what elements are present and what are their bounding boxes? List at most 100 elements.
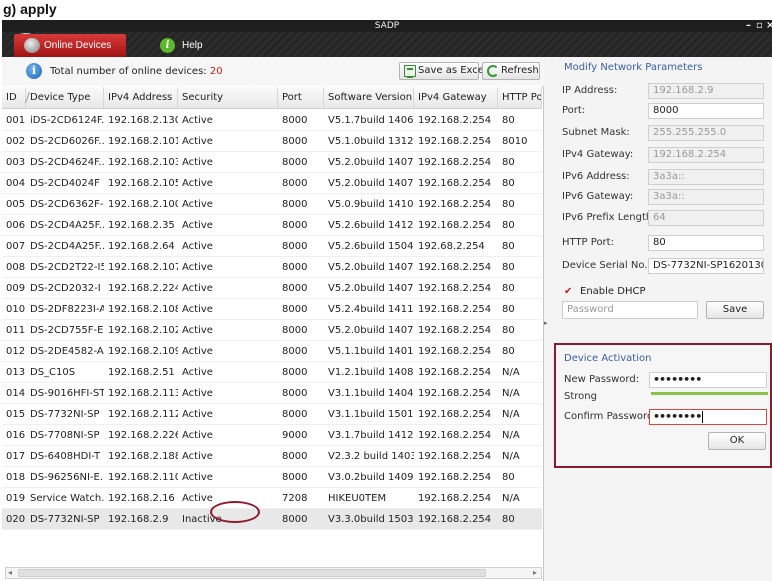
- cell-id: 011: [6, 325, 26, 336]
- table-row[interactable]: 005 DS-2CD6362F-IS 192.168.2.100 Active 8000…: [2, 194, 542, 215]
- cell-software-version: V5.1.7build 140626: [328, 115, 414, 126]
- tab-help[interactable]: i Help: [152, 34, 232, 57]
- inactive-highlight-circle: [210, 501, 260, 523]
- ipv4-gateway-field[interactable]: 192.168.2.254: [648, 147, 764, 163]
- tab-bar: Online Devices i Help: [2, 32, 772, 57]
- table-row[interactable]: 014 DS-9016HFI-ST 192.168.2.113 Active 8000 V…: [2, 383, 542, 404]
- save-as-excel-button[interactable]: Save as Excel: [399, 62, 487, 80]
- table-row[interactable]: 003 DS-2CD4624F... 192.168.2.103 Active 8000…: [2, 152, 542, 173]
- cell-device-type: DS-2CD2T22-I5: [30, 262, 104, 273]
- column-header-ipv4-address[interactable]: IPv4 Address: [104, 87, 178, 109]
- column-header-id[interactable]: ID: [2, 87, 26, 109]
- ok-button[interactable]: OK: [708, 432, 766, 450]
- table-row[interactable]: 006 DS-2CD4A25F... 192.168.2.35 Active 8000 V…: [2, 215, 542, 236]
- cell-port: 8000: [282, 451, 308, 462]
- cell-software-version: V3.1.1build 150122: [328, 409, 414, 420]
- minimize-icon[interactable]: –: [746, 20, 751, 32]
- cell-software-version: V3.0.2build 140925: [328, 472, 414, 483]
- subnet-mask-field[interactable]: 255.255.255.0: [648, 125, 764, 141]
- cell-security: Active: [182, 388, 213, 399]
- cell-ipv4-gateway: 192.168.2.254: [418, 472, 492, 483]
- column-header-ipv4-gateway[interactable]: IPv4 Gateway: [414, 87, 498, 109]
- refresh-icon: [487, 65, 499, 77]
- cell-software-version: V1.2.1build 140808: [328, 367, 414, 378]
- confirm-password-input[interactable]: ••••••••: [649, 409, 767, 425]
- cell-software-version: V3.1.1build 140421: [328, 388, 414, 399]
- http-port-label: HTTP Port:: [562, 237, 614, 248]
- cell-port: 8000: [282, 367, 308, 378]
- cell-id: 018: [6, 472, 26, 483]
- ip-address-field[interactable]: 192.168.2.9: [648, 83, 764, 99]
- cell-ipv4-gateway: 192.168.2.254: [418, 346, 492, 357]
- cell-ipv4-gateway: 192.168.2.254: [418, 199, 492, 210]
- cell-ipv4-address: 192.168.2.103: [108, 157, 178, 168]
- table-row[interactable]: 001 iDS-2CD6124F... 192.168.2.130 Active 800…: [2, 110, 542, 131]
- table-row[interactable]: 017 DS-6408HDI-T 192.168.2.188 Active 8000 V2…: [2, 446, 542, 467]
- scroll-right-icon[interactable]: ▸: [533, 568, 537, 578]
- cell-ipv4-address: 192.168.2.224: [108, 283, 178, 294]
- cell-ipv4-gateway: 192.168.2.254: [418, 367, 492, 378]
- parameters-panel: Modify Network Parameters IP Address: 19…: [550, 57, 772, 581]
- table-row[interactable]: 009 DS-2CD2032-I 192.168.2.224 Active 8000 V5…: [2, 278, 542, 299]
- enable-dhcp-checkbox[interactable]: ✔: [564, 286, 572, 297]
- column-header-software-version[interactable]: Software Version: [324, 87, 414, 109]
- table-row[interactable]: 020 DS-7732NI-SP 192.168.2.9 Inactive 8000 V3…: [2, 509, 542, 530]
- http-port-field[interactable]: 80: [648, 235, 764, 251]
- cell-security: Active: [182, 325, 213, 336]
- tab-online-devices[interactable]: Online Devices: [14, 34, 126, 57]
- cell-port: 8000: [282, 304, 308, 315]
- confirm-password-label: Confirm Password:: [564, 411, 657, 422]
- table-row[interactable]: 013 DS_C10S 192.168.2.51 Active 8000 V1.2.1bu…: [2, 362, 542, 383]
- cell-security: Active: [182, 199, 213, 210]
- cell-port: 8000: [282, 409, 308, 420]
- table-row[interactable]: 004 DS-2CD4024F 192.168.2.105 Active 8000 V5.…: [2, 173, 542, 194]
- ipv6-prefix-field[interactable]: 64: [648, 210, 764, 226]
- cell-http-port: N/A: [502, 409, 520, 420]
- table-row[interactable]: 018 DS-96256NI-E... 192.168.2.110 Active 800…: [2, 467, 542, 488]
- save-button[interactable]: Save: [706, 301, 764, 319]
- cell-software-version: V5.2.4build 141121: [328, 304, 414, 315]
- table-row[interactable]: 019 Service Watch... 192.168.2.16 Active 720…: [2, 488, 542, 509]
- cell-http-port: 80: [502, 157, 515, 168]
- table-row[interactable]: 015 DS-7732NI-SP 192.168.2.112 Active 8000 V3…: [2, 404, 542, 425]
- cell-device-type: DS-2CD4A25F...: [30, 241, 104, 252]
- ipv6-address-field[interactable]: 3a3a::: [648, 169, 764, 185]
- serial-no-field[interactable]: DS-7732NI-SP162013022: [648, 258, 764, 274]
- cell-id: 007: [6, 241, 26, 252]
- cell-device-type: DS-96256NI-E...: [30, 472, 104, 483]
- table-row[interactable]: 008 DS-2CD2T22-I5 192.168.2.107 Active 8000 V…: [2, 257, 542, 278]
- column-header-port[interactable]: Port: [278, 87, 324, 109]
- column-header-device-type[interactable]: Device Type: [26, 87, 104, 109]
- scrollbar-thumb[interactable]: [18, 569, 486, 577]
- cell-device-type: DS-2DE4582-AE: [30, 346, 104, 357]
- table-row[interactable]: 011 DS-2CD755F-EIZ 192.168.2.102 Active 8000…: [2, 320, 542, 341]
- cell-device-type: DS-7732NI-SP: [30, 409, 100, 420]
- admin-password-input[interactable]: Password: [562, 301, 698, 319]
- cell-security: Active: [182, 241, 213, 252]
- scroll-left-icon[interactable]: ◂: [8, 568, 12, 578]
- cell-port: 8000: [282, 241, 308, 252]
- restore-icon[interactable]: ▫: [756, 20, 763, 32]
- table-row[interactable]: 012 DS-2DE4582-AE 192.168.2.109 Active 8000 V…: [2, 341, 542, 362]
- cell-software-version: V5.2.0build 140721: [328, 262, 414, 273]
- cell-http-port: 80: [502, 325, 515, 336]
- cell-ipv4-address: 192.168.2.9: [108, 514, 169, 525]
- ipv6-address-label: IPv6 Address:: [562, 171, 630, 182]
- table-row[interactable]: 007 DS-2CD4A25F... 192.168.2.64 Active 8000 V…: [2, 236, 542, 257]
- port-field[interactable]: 8000: [648, 103, 764, 119]
- cell-security: Active: [182, 430, 213, 441]
- table-row[interactable]: 002 DS-2CD6026F... 192.168.2.101 Active 8000…: [2, 131, 542, 152]
- table-row[interactable]: 010 DS-2DF8223I-A 192.168.2.108 Active 8000 V…: [2, 299, 542, 320]
- table-row[interactable]: 016 DS-7708NI-SP 192.168.2.226 Active 9000 V3…: [2, 425, 542, 446]
- new-password-input[interactable]: ••••••••: [649, 372, 767, 388]
- cell-id: 009: [6, 283, 26, 294]
- horizontal-scrollbar[interactable]: ◂ ▸: [5, 567, 542, 579]
- cell-ipv4-gateway: 192.168.2.254: [418, 178, 492, 189]
- column-header-http-port[interactable]: HTTP Port: [498, 87, 542, 109]
- cell-ipv4-address: 192.168.2.130: [108, 115, 178, 126]
- close-icon[interactable]: ×: [766, 20, 772, 32]
- refresh-button[interactable]: Refresh: [482, 62, 540, 80]
- column-header-security[interactable]: Security: [178, 87, 278, 109]
- ipv6-gateway-field[interactable]: 3a3a::: [648, 189, 764, 205]
- info-icon: i: [26, 63, 42, 79]
